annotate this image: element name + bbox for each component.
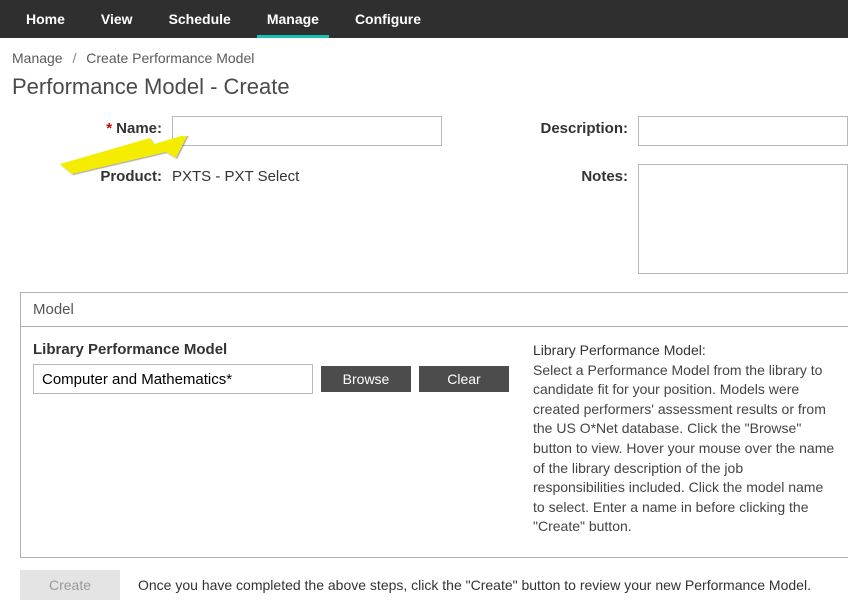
product-label: Product: bbox=[12, 164, 172, 185]
page-title: Performance Model - Create bbox=[0, 70, 848, 116]
clear-button[interactable]: Clear bbox=[419, 366, 509, 392]
library-model-input[interactable] bbox=[33, 364, 313, 394]
breadcrumb-parent[interactable]: Manage bbox=[12, 50, 63, 66]
breadcrumb-current: Create Performance Model bbox=[86, 50, 254, 66]
product-value: PXTS - PXT Select bbox=[172, 164, 299, 185]
top-nav: Home View Schedule Manage Configure bbox=[0, 0, 848, 38]
nav-configure[interactable]: Configure bbox=[337, 0, 439, 38]
nav-home[interactable]: Home bbox=[8, 0, 83, 38]
library-model-help-text: Select a Performance Model from the libr… bbox=[533, 361, 836, 537]
browse-button[interactable]: Browse bbox=[321, 366, 411, 392]
description-input[interactable] bbox=[638, 116, 848, 146]
breadcrumb: Manage / Create Performance Model bbox=[0, 38, 848, 70]
form-area: *Name: Description: Product: PXTS - PXT … bbox=[0, 116, 848, 274]
library-model-help: Library Performance Model: Select a Perf… bbox=[533, 341, 836, 537]
library-model-label: Library Performance Model bbox=[33, 341, 509, 358]
notes-label: Notes: bbox=[473, 164, 638, 185]
model-panel-header: Model bbox=[21, 293, 848, 327]
model-panel: Model Library Performance Model Browse C… bbox=[20, 292, 848, 558]
footer-instruction: Once you have completed the above steps,… bbox=[138, 577, 811, 593]
footer: Create Once you have completed the above… bbox=[0, 558, 848, 600]
description-label: Description: bbox=[473, 116, 638, 137]
library-model-help-title: Library Performance Model: bbox=[533, 341, 836, 361]
name-label: *Name: bbox=[12, 116, 172, 137]
nav-manage[interactable]: Manage bbox=[249, 0, 337, 38]
notes-input[interactable] bbox=[638, 164, 848, 274]
nav-schedule[interactable]: Schedule bbox=[151, 0, 249, 38]
nav-view[interactable]: View bbox=[83, 0, 151, 38]
name-input[interactable] bbox=[172, 116, 442, 146]
create-button[interactable]: Create bbox=[20, 570, 120, 600]
breadcrumb-sep: / bbox=[72, 50, 76, 66]
